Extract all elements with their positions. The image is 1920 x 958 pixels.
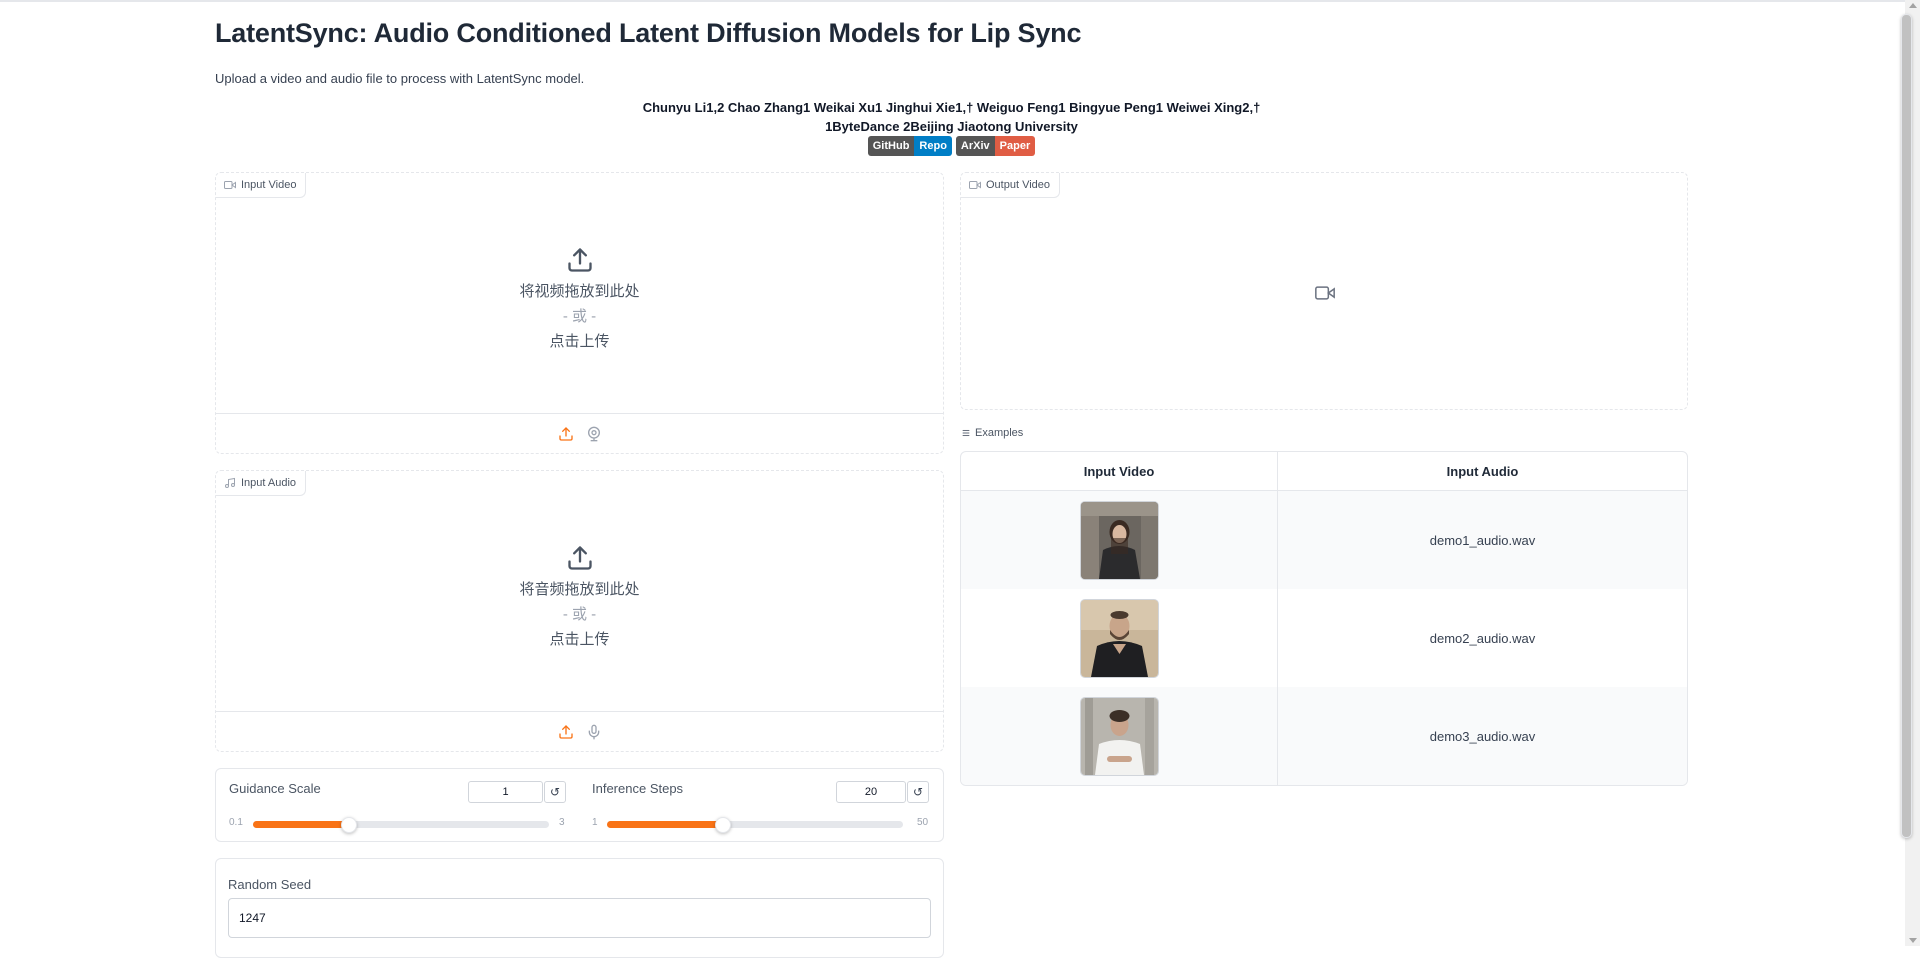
input-video-label: Input Video <box>216 173 307 198</box>
example-audio-cell: demo1_audio.wav <box>1429 532 1536 548</box>
inference-steps-fill <box>607 821 723 828</box>
guidance-scale-label: Guidance Scale <box>229 781 321 796</box>
video-camera-icon <box>969 181 981 189</box>
arxiv-paper-badge[interactable]: ArXiv Paper <box>955 136 1036 156</box>
inference-steps-slider[interactable] <box>607 817 903 833</box>
example-audio-cell: demo3_audio.wav <box>1429 728 1536 744</box>
inference-steps-min: 1 <box>592 817 598 828</box>
guidance-scale-input[interactable]: 1 <box>468 781 543 803</box>
scroll-down-arrow-icon[interactable] <box>1909 938 1917 943</box>
audio-source-toolbar <box>216 711 943 751</box>
click-to-upload-text: 点击上传 <box>549 332 610 350</box>
label-text: Examples <box>975 427 1024 439</box>
inference-steps-max: 50 <box>917 817 929 828</box>
upload-icon <box>567 545 592 570</box>
example-audio-cell: demo2_audio.wav <box>1429 630 1536 646</box>
scroll-up-arrow-icon[interactable] <box>1909 3 1917 8</box>
upload-icon <box>567 247 592 272</box>
webcam-icon <box>587 426 600 441</box>
example-video-cell <box>961 589 1278 687</box>
example-row[interactable]: demo3_audio.wav <box>961 687 1687 785</box>
label-text: Input Video <box>241 179 297 191</box>
parameters-panel: Guidance Scale 1 ↺ 0.1 3 Inference Steps… <box>215 768 944 842</box>
example-video-cell <box>961 687 1278 785</box>
webcam-source-button[interactable] <box>585 425 603 443</box>
input-audio-label: Input Audio <box>216 471 307 496</box>
input-video-block: 将视频拖放到此处 - 或 - 点击上传 Input Video <box>215 172 944 454</box>
example-video-thumbnail <box>1079 598 1159 678</box>
guidance-scale-fill <box>253 821 348 828</box>
authors-line: Chunyu Li1,2 Chao Zhang1 Weikai Xu1 Jing… <box>642 100 1261 115</box>
scrollbar-thumb[interactable] <box>1901 14 1912 838</box>
drop-text: 将视频拖放到此处 <box>519 282 640 300</box>
example-video-thumbnail <box>1079 696 1159 776</box>
audio-drop-zone[interactable]: 将音频拖放到此处 - 或 - 点击上传 <box>216 471 943 711</box>
top-border <box>0 0 1920 2</box>
inference-steps-label: Inference Steps <box>592 781 684 796</box>
upload-icon <box>558 724 573 739</box>
badge-left-label: ArXiv <box>955 136 995 156</box>
guidance-scale-slider[interactable] <box>253 817 549 833</box>
microphone-icon <box>588 724 599 739</box>
video-source-toolbar <box>216 413 943 453</box>
page-subtitle: Upload a video and audio file to process… <box>215 71 585 86</box>
drop-text: 将音频拖放到此处 <box>519 580 640 598</box>
badge-left-label: GitHub <box>867 136 915 156</box>
list-icon <box>962 429 970 437</box>
examples-table: Input Video Input Audio demo1_audio.wav <box>960 451 1688 786</box>
inference-steps-input[interactable]: 20 <box>836 781 906 803</box>
affiliations-line: 1ByteDance 2Beijing Jiaotong University <box>825 119 1078 134</box>
badge-right-label: Repo <box>914 136 952 156</box>
authors-block: Chunyu Li1,2 Chao Zhang1 Weikai Xu1 Jing… <box>215 98 1688 136</box>
output-video-block: Output Video <box>960 172 1688 410</box>
guidance-scale-reset-button[interactable]: ↺ <box>544 781 566 803</box>
output-video-label: Output Video <box>961 173 1061 198</box>
random-seed-label: Random Seed <box>228 877 312 892</box>
reset-icon: ↺ <box>912 785 924 799</box>
github-repo-badge[interactable]: GitHub Repo <box>867 136 952 156</box>
microphone-source-button[interactable] <box>585 723 603 741</box>
random-seed-input[interactable]: 1247 <box>228 898 931 938</box>
header-input-audio: Input Audio <box>1446 463 1519 479</box>
click-to-upload-text: 点击上传 <box>549 630 610 648</box>
or-text: - 或 - <box>562 605 597 623</box>
example-row[interactable]: demo1_audio.wav <box>961 491 1687 589</box>
badge-right-label: Paper <box>994 136 1036 156</box>
reset-icon: ↺ <box>549 785 561 799</box>
guidance-scale-max: 3 <box>559 817 565 828</box>
upload-source-button[interactable] <box>557 723 575 741</box>
page-title: LatentSync: Audio Conditioned Latent Dif… <box>215 18 1082 48</box>
upload-icon <box>558 426 573 441</box>
video-drop-zone[interactable]: 将视频拖放到此处 - 或 - 点击上传 <box>216 173 943 413</box>
or-text: - 或 - <box>562 307 597 325</box>
inference-steps-reset-button[interactable]: ↺ <box>907 781 929 803</box>
video-placeholder-icon <box>1315 283 1335 308</box>
examples-header-row: Input Video Input Audio <box>961 452 1687 491</box>
inference-steps-thumb[interactable] <box>715 817 732 833</box>
example-video-thumbnail <box>1079 500 1159 580</box>
music-note-icon <box>225 477 235 488</box>
header-input-video: Input Video <box>961 452 1278 490</box>
guidance-scale-thumb[interactable] <box>340 817 357 833</box>
example-video-cell <box>961 491 1278 589</box>
label-text: Output Video <box>986 179 1051 191</box>
page-scrollbar[interactable] <box>1901 0 1920 946</box>
examples-label: Examples <box>961 427 1023 439</box>
guidance-scale-min: 0.1 <box>229 817 243 828</box>
input-audio-block: 将音频拖放到此处 - 或 - 点击上传 Input Audio <box>215 470 944 752</box>
example-row[interactable]: demo2_audio.wav <box>961 589 1687 687</box>
upload-source-button[interactable] <box>557 425 575 443</box>
label-text: Input Audio <box>241 477 297 489</box>
badge-row: GitHub Repo ArXiv Paper <box>0 136 1903 156</box>
video-camera-icon <box>224 181 236 189</box>
